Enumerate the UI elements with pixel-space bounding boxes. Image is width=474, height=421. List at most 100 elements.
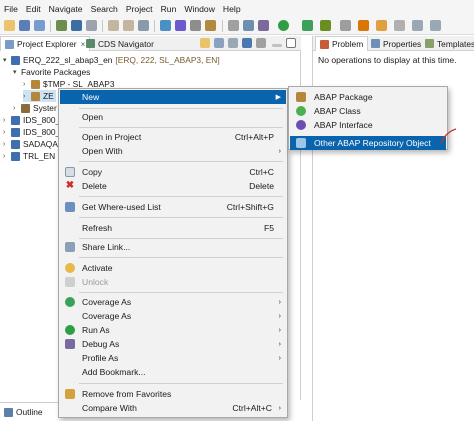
transport-icon[interactable] xyxy=(175,20,186,31)
debug-icon[interactable] xyxy=(258,20,269,31)
tree-item-system-library[interactable]: › Syster xyxy=(13,102,57,114)
chevron-right-icon[interactable]: › xyxy=(23,81,31,88)
tree-item-ids-project-1[interactable]: › IDS_800_ xyxy=(3,114,60,126)
history-icon[interactable] xyxy=(228,20,239,31)
new-project-icon[interactable] xyxy=(71,20,82,31)
menu-item-profile-as-label: Profile As xyxy=(82,353,119,363)
tab-problems[interactable]: Problem xyxy=(315,36,369,51)
menu-item-copy[interactable]: Copy Ctrl+C xyxy=(60,165,286,179)
chevron-right-icon[interactable]: › xyxy=(3,141,11,148)
menu-item-activate-label: Activate xyxy=(82,263,113,273)
menu-window[interactable]: Window xyxy=(184,4,215,14)
menu-project[interactable]: Project xyxy=(126,4,153,14)
search-icon[interactable] xyxy=(86,20,97,31)
run-icon[interactable] xyxy=(278,20,289,31)
tab-outline-label: Outline xyxy=(16,407,43,417)
new-icon[interactable] xyxy=(200,38,210,48)
tab-project-explorer[interactable]: Project Explorer × xyxy=(0,36,91,51)
menu-item-open-with[interactable]: Open With › xyxy=(60,144,286,158)
filter-icon[interactable] xyxy=(242,38,252,48)
submenu-item-other-repository-object[interactable]: Other ABAP Repository Object xyxy=(290,136,446,150)
menu-item-run-as-label: Run As xyxy=(82,325,110,335)
back-nav-icon[interactable] xyxy=(412,20,423,31)
new-wizard-icon[interactable] xyxy=(4,20,15,31)
annotation-arrow xyxy=(440,128,457,144)
menu-run[interactable]: Run xyxy=(161,4,177,14)
menu-separator xyxy=(79,383,283,384)
submenu-item-abap-package[interactable]: ABAP Package xyxy=(290,90,446,104)
bookmark-icon[interactable] xyxy=(243,20,254,31)
menu-item-run-as[interactable]: Run As › xyxy=(60,323,286,337)
chevron-right-icon[interactable]: › xyxy=(13,105,21,112)
lock-icon[interactable] xyxy=(205,20,216,31)
forward-icon[interactable] xyxy=(123,20,134,31)
menu-item-compare-with[interactable]: Compare With Ctrl+Alt+C › xyxy=(60,401,286,415)
tree-item-ze-package[interactable]: › ZE xyxy=(23,90,56,102)
menu-item-add-bookmark[interactable]: Add Bookmark... xyxy=(60,365,286,379)
menu-help[interactable]: Help xyxy=(223,4,241,14)
profile-icon[interactable] xyxy=(320,20,331,31)
view-menu-icon[interactable] xyxy=(256,38,266,48)
menu-item-profile-as[interactable]: Profile As › xyxy=(60,351,286,365)
menu-item-share-link-label: Share Link... xyxy=(82,242,131,252)
menu-navigate[interactable]: Navigate xyxy=(49,4,83,14)
link-editor-icon[interactable] xyxy=(228,38,238,48)
tree-item-root-project[interactable]: ▾ ERQ_222_sl_abap3_en [ERQ, 222, SL_ABAP… xyxy=(3,54,220,66)
menu-item-open-in-project[interactable]: Open in Project Ctrl+Alt+P xyxy=(60,130,286,144)
submenu-item-abap-class[interactable]: ABAP Class xyxy=(290,104,446,118)
next-annotation-icon[interactable] xyxy=(376,20,387,31)
menu-item-new[interactable]: New ▶ xyxy=(60,90,286,104)
chevron-down-icon[interactable]: ▾ xyxy=(13,68,21,76)
menu-item-coverage-as-2[interactable]: Coverage As › xyxy=(60,309,286,323)
external-tools-icon[interactable] xyxy=(340,20,351,31)
chevron-down-icon[interactable]: ▾ xyxy=(3,56,11,64)
menu-item-refresh[interactable]: Refresh F5 xyxy=(60,221,286,235)
menu-item-share-link[interactable]: Share Link... xyxy=(60,240,286,254)
menu-file[interactable]: File xyxy=(4,4,18,14)
share-link-icon xyxy=(65,242,75,252)
minimize-icon[interactable] xyxy=(272,44,282,47)
maximize-icon[interactable] xyxy=(286,38,296,48)
tree-item-favorite-packages[interactable]: ▾ Favorite Packages xyxy=(13,66,90,78)
open-type-icon[interactable] xyxy=(56,20,67,31)
abap-icon[interactable] xyxy=(160,20,171,31)
copy-shortcut: Ctrl+C xyxy=(249,167,274,177)
tab-cds-navigator[interactable]: CDS Navigator xyxy=(82,36,158,51)
tab-project-explorer-label: Project Explorer xyxy=(17,39,77,49)
menu-edit[interactable]: Edit xyxy=(26,4,41,14)
menu-item-delete[interactable]: ✖ Delete Delete xyxy=(60,179,286,193)
submenu-item-abap-interface[interactable]: ABAP Interface xyxy=(290,118,446,132)
menu-search[interactable]: Search xyxy=(91,4,118,14)
menu-item-activate[interactable]: Activate xyxy=(60,261,286,275)
menu-bar: File Edit Navigate Search Project Run Wi… xyxy=(0,0,474,17)
collapse-all-icon[interactable] xyxy=(214,38,224,48)
tab-properties[interactable]: Properties xyxy=(367,36,425,51)
menu-item-coverage-as-1-label: Coverage As xyxy=(82,297,132,307)
menu-item-remove-favorites[interactable]: Remove from Favorites xyxy=(60,387,286,401)
gear-icon[interactable] xyxy=(190,20,201,31)
save-icon[interactable] xyxy=(19,20,30,31)
prev-edit-icon[interactable] xyxy=(394,20,405,31)
tree-item-sadaqa-project[interactable]: › SADAQA xyxy=(3,138,58,150)
menu-item-where-used[interactable]: Get Where-used List Ctrl+Shift+G xyxy=(60,200,286,214)
toolbar-separator xyxy=(154,20,155,32)
forward-nav-icon[interactable] xyxy=(430,20,441,31)
tree-item-trl-project[interactable]: › TRL_EN [ xyxy=(3,150,60,162)
chevron-right-icon[interactable]: › xyxy=(3,153,11,160)
menu-item-coverage-as-1[interactable]: Coverage As › xyxy=(60,295,286,309)
chevron-right-icon[interactable]: › xyxy=(3,117,11,124)
coverage-icon[interactable] xyxy=(302,20,313,31)
menu-item-debug-as[interactable]: Debug As › xyxy=(60,337,286,351)
save-all-icon[interactable] xyxy=(34,20,45,31)
chevron-right-icon[interactable]: › xyxy=(3,129,11,136)
menu-item-open[interactable]: Open xyxy=(60,110,286,124)
tree-item-ids-project-2[interactable]: › IDS_800_ xyxy=(3,126,60,138)
chevron-right-icon[interactable]: › xyxy=(23,93,31,100)
tab-outline[interactable]: Outline xyxy=(0,402,60,421)
menu-item-debug-as-label: Debug As xyxy=(82,339,120,349)
tab-templates[interactable]: Templates xyxy=(421,36,474,51)
annotation-icon[interactable] xyxy=(358,20,369,31)
back-icon[interactable] xyxy=(108,20,119,31)
pin-icon[interactable] xyxy=(138,20,149,31)
properties-icon xyxy=(371,39,380,48)
